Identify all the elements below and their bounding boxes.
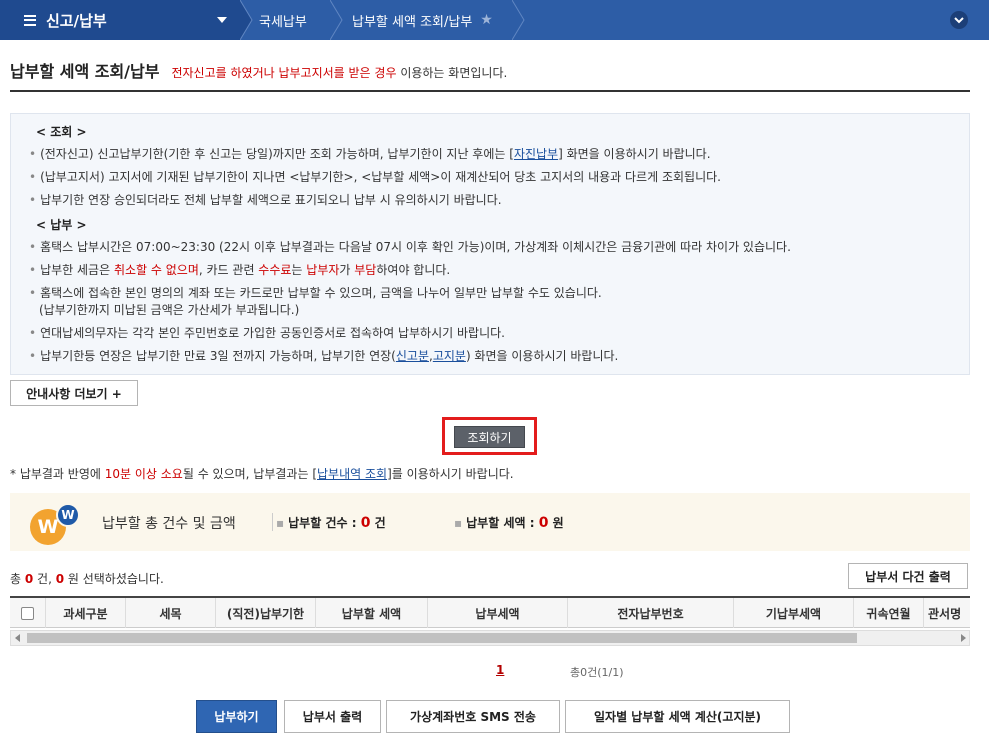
page-description-highlight: 전자신고를 하였거나 납부고지서를 받은 경우 bbox=[171, 66, 397, 80]
scroll-right-icon[interactable] bbox=[961, 634, 966, 642]
title-divider bbox=[10, 90, 970, 92]
scrollbar-thumb[interactable] bbox=[27, 633, 857, 643]
payment-result-note: * 납부결과 반영에 10분 이상 소요될 수 있으며, 납부결과는 [납부내역… bbox=[10, 465, 514, 482]
notice-line: 홈택스 납부시간은 07:00~23:30 (22시 이후 납부결과는 다음날 … bbox=[29, 238, 791, 255]
notice-line: 연대납세의무자는 각각 본인 주민번호로 가입한 공동인증서로 접속하여 납부하… bbox=[29, 324, 505, 341]
note-text: * 납부결과 반영에 bbox=[10, 467, 105, 481]
notice-text: 납부한 세금은 bbox=[40, 263, 114, 277]
col-tax-paid: 납부세액 bbox=[428, 598, 568, 628]
page-number-link[interactable]: 1 bbox=[496, 663, 504, 677]
scroll-left-icon[interactable] bbox=[15, 634, 20, 642]
col-attribution-month: 귀속연월 bbox=[854, 598, 924, 628]
summary-count-value: 0 bbox=[360, 515, 371, 531]
summary-divider bbox=[272, 513, 273, 531]
selection-text: 원 선택하셨습니다. bbox=[64, 572, 164, 586]
notice-line: (전자신고) 신고납부기한(기한 후 신고는 당일)까지만 조회 가능하며, 납… bbox=[29, 145, 711, 162]
notice-line: 홈택스에 접속한 본인 명의의 계좌 또는 카드로만 납부할 수 있으며, 금액… bbox=[29, 284, 602, 301]
summary-count: 납부할 건수 : 0 건 bbox=[276, 514, 386, 531]
search-button[interactable]: 조회하기 bbox=[454, 426, 525, 448]
more-notices-button[interactable]: 안내사항 더보기 + bbox=[10, 380, 138, 406]
favorite-star-icon[interactable]: ★ bbox=[480, 12, 493, 28]
note-text: 될 수 있으며, 납부결과는 [ bbox=[182, 467, 317, 481]
breadcrumb-label: 납부할 세액 조회/납부 bbox=[352, 14, 473, 30]
col-tax-type: 과세구분 bbox=[46, 598, 126, 628]
col-amount-due: 납부할 세액 bbox=[316, 598, 428, 628]
page-description: 전자신고를 하였거나 납부고지서를 받은 경우 이용하는 화면입니다. bbox=[171, 64, 507, 81]
selection-count: 0 bbox=[24, 572, 34, 586]
page-total: 총0건(1/1) bbox=[570, 666, 624, 679]
chevron-down-icon bbox=[954, 17, 964, 24]
caret-down-icon bbox=[217, 17, 227, 23]
summary-count-label: 납부할 건수 : bbox=[288, 516, 361, 530]
summary-amount-label: 납부할 세액 : bbox=[466, 516, 539, 530]
sms-account-button[interactable]: 가상계좌번호 SMS 전송 bbox=[386, 700, 560, 733]
col-tax-item: 세목 bbox=[126, 598, 216, 628]
summary-amount: 납부할 세액 : 0 원 bbox=[454, 514, 564, 531]
selection-text: 총 bbox=[10, 572, 25, 586]
breadcrumb-separator-icon bbox=[512, 0, 525, 40]
extension-filing-link[interactable]: 신고분 bbox=[396, 349, 429, 363]
col-electronic-number: 전자납부번호 bbox=[568, 598, 734, 628]
col-office-name: 관서명 bbox=[928, 606, 962, 621]
selection-text: 건, bbox=[33, 572, 56, 586]
breadcrumb-item-current[interactable]: 납부할 세액 조회/납부 ★ bbox=[352, 0, 493, 40]
self-payment-link[interactable]: 자진납부 bbox=[514, 147, 558, 161]
breadcrumb-label: 국세납부 bbox=[259, 14, 307, 30]
note-highlight: 10분 이상 소요 bbox=[104, 467, 183, 481]
notice-line: 납부기한 연장 승인되더라도 전체 납부할 세액으로 표기되오니 납부 시 유의… bbox=[29, 191, 501, 208]
notice-text: , 카드 관련 bbox=[198, 263, 259, 277]
multi-print-button[interactable]: 납부서 다건 출력 bbox=[848, 563, 968, 589]
horizontal-scrollbar[interactable] bbox=[10, 630, 970, 646]
notice-text: (전자신고) 신고납부기한(기한 후 신고는 당일)까지만 조회 가능하며, 납… bbox=[40, 147, 514, 161]
table-header: 과세구분 세목 (직전)납부기한 납부할 세액 납부세액 전자납부번호 기납부세… bbox=[10, 598, 970, 628]
section-heading-payment: < 납부 > bbox=[36, 218, 87, 232]
notice-box: < 조회 > (전자신고) 신고납부기한(기한 후 신고는 당일)까지만 조회 … bbox=[10, 113, 970, 375]
payment-table: 과세구분 세목 (직전)납부기한 납부할 세액 납부세액 전자납부번호 기납부세… bbox=[10, 596, 970, 646]
summary-amount-value: 0 bbox=[538, 515, 549, 531]
payment-summary: W W 납부할 총 건수 및 금액 납부할 건수 : 0 건 납부할 세액 : … bbox=[10, 493, 970, 551]
page-header: 납부할 세액 조회/납부 전자신고를 하였거나 납부고지서를 받은 경우 이용하… bbox=[10, 58, 507, 82]
select-all-cell bbox=[10, 598, 46, 628]
notice-text: ] 화면을 이용하시기 바랍니다. bbox=[558, 147, 711, 161]
notice-highlight: 납부자 bbox=[306, 263, 340, 277]
summary-count-unit: 건 bbox=[370, 516, 386, 530]
notice-line: (납부고지서) 고지서에 기재된 납부기한이 지나면 <납부기한>, <납부할 … bbox=[29, 168, 721, 185]
notice-text: 는 bbox=[291, 263, 307, 277]
notice-text: ) 화면을 이용하시기 바랍니다. bbox=[465, 349, 619, 363]
hamburger-icon bbox=[24, 14, 36, 26]
top-nav: 신고/납부 국세납부 납부할 세액 조회/납부 ★ bbox=[0, 0, 989, 40]
notice-line: 납부한 세금은 취소할 수 없으며, 카드 관련 수수료는 납부자가 부담하여야… bbox=[29, 261, 450, 278]
notice-highlight: 부담 bbox=[354, 263, 377, 277]
col-prepaid-tax: 기납부세액 bbox=[734, 598, 854, 628]
print-bill-button[interactable]: 납부서 출력 bbox=[284, 700, 381, 733]
breadcrumb-separator-icon bbox=[240, 0, 253, 40]
note-text: ]를 이용하시기 바랍니다. bbox=[387, 467, 514, 481]
notice-text: 가 bbox=[339, 263, 355, 277]
summary-label: 납부할 총 건수 및 금액 bbox=[102, 516, 236, 532]
pay-button[interactable]: 납부하기 bbox=[196, 700, 277, 733]
col-due-date: (직전)납부기한 bbox=[216, 598, 316, 628]
breadcrumb-item-tax-payment[interactable]: 국세납부 bbox=[259, 0, 307, 40]
payment-history-link[interactable]: 납부내역 조회 bbox=[317, 467, 387, 481]
menu-toggle[interactable]: 신고/납부 bbox=[0, 0, 240, 40]
section-heading-inquiry: < 조회 > bbox=[36, 125, 87, 139]
notice-subline: (납부기한까지 미납된 금액은 가산세가 부과됩니다.) bbox=[39, 303, 300, 317]
w-logo-badge-icon: W bbox=[56, 503, 80, 527]
nav-expand-button[interactable] bbox=[950, 11, 968, 29]
notice-highlight: 수수료 bbox=[258, 263, 292, 277]
notice-text: 하여야 합니다. bbox=[376, 263, 451, 277]
notice-line: 납부기한등 연장은 납부기한 만료 3일 전까지 가능하며, 납부기한 연장(신… bbox=[29, 347, 618, 364]
summary-amount-unit: 원 bbox=[548, 516, 564, 530]
extension-notice-link[interactable]: 고지분 bbox=[433, 349, 466, 363]
select-all-checkbox[interactable] bbox=[21, 606, 34, 620]
selection-summary: 총 0 건, 0 원 선택하셨습니다. bbox=[10, 570, 164, 587]
notice-highlight: 취소할 수 없으며 bbox=[113, 263, 199, 277]
selection-amount: 0 bbox=[55, 572, 65, 586]
notice-text: 납부기한등 연장은 납부기한 만료 3일 전까지 가능하며, 납부기한 연장( bbox=[40, 349, 396, 363]
page-description-text: 이용하는 화면입니다. bbox=[396, 66, 508, 80]
menu-title: 신고/납부 bbox=[46, 11, 107, 30]
breadcrumb-separator-icon bbox=[330, 0, 343, 40]
daily-tax-calc-button[interactable]: 일자별 납부할 세액 계산(고지분) bbox=[565, 700, 790, 733]
page-title: 납부할 세액 조회/납부 bbox=[10, 62, 160, 81]
